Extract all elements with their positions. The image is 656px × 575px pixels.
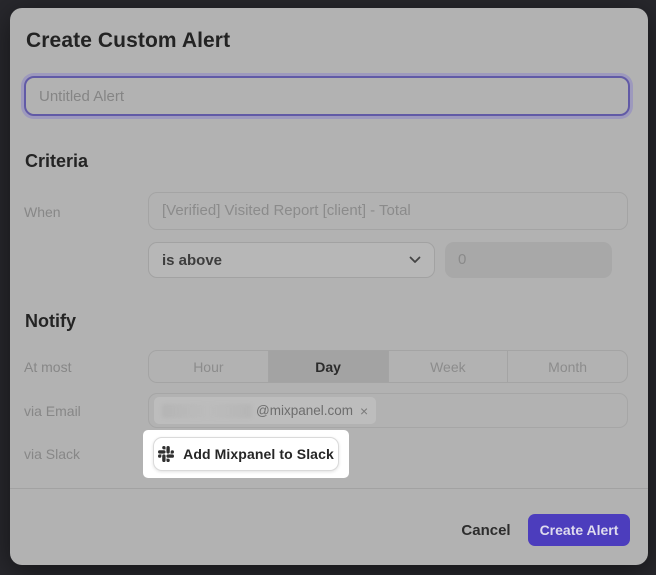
remove-email-icon[interactable]: × bbox=[360, 404, 368, 418]
create-alert-button[interactable]: Create Alert bbox=[528, 514, 630, 546]
frequency-option-week[interactable]: Week bbox=[388, 351, 508, 382]
dialog-title: Create Custom Alert bbox=[26, 29, 230, 53]
cancel-button[interactable]: Cancel bbox=[454, 514, 518, 546]
email-domain-text: @mixpanel.com bbox=[256, 403, 353, 418]
slack-button-spotlight: Add Mixpanel to Slack bbox=[143, 430, 349, 478]
footer-divider bbox=[10, 488, 648, 489]
email-recipient-chip: @mixpanel.com × bbox=[154, 397, 376, 424]
frequency-option-hour[interactable]: Hour bbox=[149, 351, 268, 382]
metric-field[interactable]: [Verified] Visited Report [client] - Tot… bbox=[148, 192, 628, 230]
threshold-input[interactable]: 0 bbox=[445, 242, 612, 278]
via-slack-label: via Slack bbox=[24, 446, 80, 462]
slack-icon bbox=[158, 446, 174, 462]
frequency-option-month[interactable]: Month bbox=[507, 351, 627, 382]
notify-heading: Notify bbox=[25, 311, 76, 332]
create-custom-alert-dialog: Create Custom Alert Criteria When [Verif… bbox=[10, 8, 648, 565]
slack-button-label: Add Mixpanel to Slack bbox=[183, 446, 334, 462]
redacted-email-username bbox=[162, 404, 252, 418]
via-email-label: via Email bbox=[24, 403, 81, 419]
chevron-down-icon bbox=[409, 256, 421, 264]
when-label: When bbox=[24, 204, 61, 220]
email-recipients-field[interactable]: @mixpanel.com × bbox=[148, 393, 628, 428]
at-most-label: At most bbox=[24, 359, 71, 375]
criteria-heading: Criteria bbox=[25, 151, 88, 172]
operator-selected-value: is above bbox=[162, 252, 409, 269]
frequency-segmented-control: Hour Day Week Month bbox=[148, 350, 628, 383]
add-mixpanel-to-slack-button[interactable]: Add Mixpanel to Slack bbox=[153, 437, 339, 471]
alert-name-input[interactable] bbox=[24, 76, 630, 116]
frequency-option-day[interactable]: Day bbox=[268, 351, 388, 382]
operator-select[interactable]: is above bbox=[148, 242, 435, 278]
